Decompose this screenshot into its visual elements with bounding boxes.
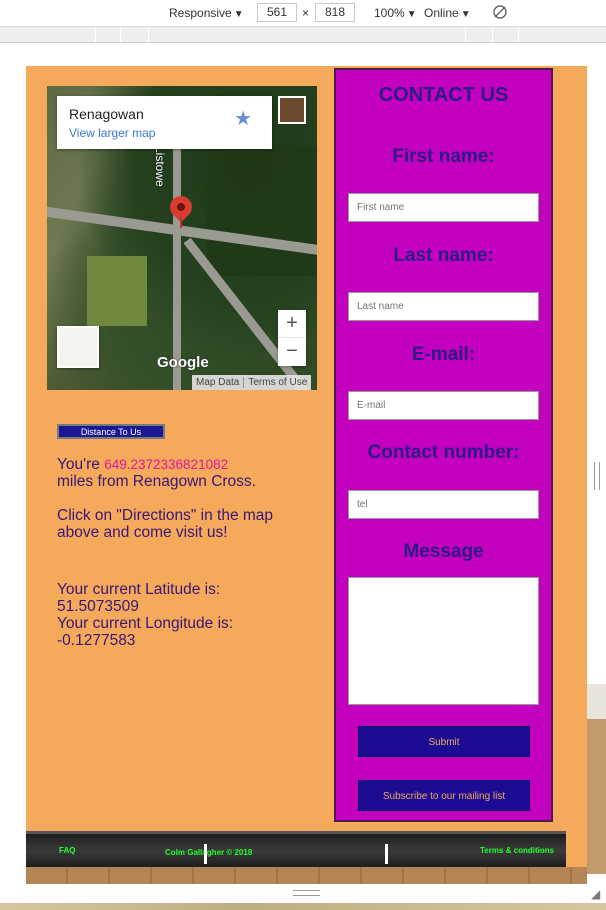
last-name-input[interactable]	[348, 292, 539, 321]
distance-button[interactable]: Distance To Us	[57, 424, 165, 439]
map-place-title: Renagowan	[69, 106, 144, 122]
longitude-label: Your current Longitude is:	[57, 615, 234, 632]
email-label: E-mail:	[411, 344, 476, 365]
devtools-device-toolbar: Responsive ▼ 561 × 818 100% ▼ Online ▼	[0, 0, 606, 27]
faq-link[interactable]: FAQ	[59, 846, 75, 855]
phone-label: Contact number:	[367, 442, 520, 463]
zoom-control: + −	[278, 310, 306, 366]
longitude-value: -0.1277583	[57, 632, 136, 649]
phone-input[interactable]	[348, 490, 539, 519]
directions-text: Click on "Directions" in the map above a…	[57, 507, 274, 541]
map-place-card: Renagowan View larger map ★	[57, 96, 272, 149]
background-floor	[26, 867, 587, 884]
latitude-label: Your current Latitude is:	[57, 581, 221, 598]
media-query-ruler[interactable]	[0, 27, 606, 43]
times-symbol: ×	[302, 6, 310, 20]
google-logo: Google	[157, 354, 209, 371]
star-icon[interactable]: ★	[234, 106, 252, 131]
map-terms-link[interactable]: Terms of Use	[243, 377, 312, 388]
zoom-out-button[interactable]: −	[278, 338, 306, 366]
view-larger-map-link[interactable]: View larger map	[69, 126, 260, 140]
message-textarea[interactable]	[348, 577, 539, 705]
map-layer-toggle[interactable]	[57, 326, 99, 368]
first-name-label: First name:	[392, 146, 495, 167]
width-input[interactable]: 561	[257, 3, 297, 22]
zoom-in-button[interactable]: +	[278, 310, 306, 338]
network-select[interactable]: Online ▼	[424, 6, 471, 20]
message-label: Message	[403, 541, 484, 562]
contact-heading: CONTACT US	[378, 84, 509, 106]
caret-down-icon: ▼	[233, 9, 244, 20]
zoom-select[interactable]: 100% ▼	[374, 6, 417, 20]
resize-corner-icon[interactable]: ◢	[591, 887, 600, 901]
map-footer: Map Data Terms of Use	[192, 375, 312, 390]
email-input[interactable]	[348, 391, 539, 420]
distance-info: You're 649.2372336821082 miles from Rena…	[57, 456, 317, 649]
rotate-icon[interactable]	[492, 4, 508, 23]
page-footer: FAQ Colm Gallagher © 2018 Terms & condit…	[26, 831, 566, 867]
embedded-map[interactable]: Listowe Renagowan View larger map ★ + − …	[47, 86, 317, 390]
subscribe-button[interactable]: Subscribe to our mailing list	[358, 780, 530, 811]
height-input[interactable]: 818	[315, 3, 355, 22]
distance-value: 649.2372336821082	[104, 457, 229, 472]
road-label: Listowe	[153, 146, 167, 187]
first-name-input[interactable]	[348, 193, 539, 222]
terms-link[interactable]: Terms & conditions	[480, 846, 554, 855]
resize-handle-right[interactable]	[594, 462, 600, 490]
latitude-value: 51.5073509	[57, 598, 139, 615]
caret-down-icon: ▼	[406, 9, 417, 20]
resize-handle-bottom[interactable]	[293, 890, 320, 896]
bottom-strip	[0, 903, 606, 910]
copyright-text: Colm Gallagher © 2018	[165, 848, 253, 857]
contact-form: CONTACT US First name: Last name: E-mail…	[334, 68, 553, 822]
caret-down-icon: ▼	[460, 9, 471, 20]
user-avatar[interactable]	[278, 96, 306, 124]
device-select[interactable]: Responsive ▼	[169, 6, 244, 20]
submit-button[interactable]: Submit	[358, 726, 530, 757]
last-name-label: Last name:	[393, 245, 494, 266]
map-data-link[interactable]: Map Data	[192, 377, 243, 388]
page-viewport: Listowe Renagowan View larger map ★ + − …	[26, 66, 587, 884]
